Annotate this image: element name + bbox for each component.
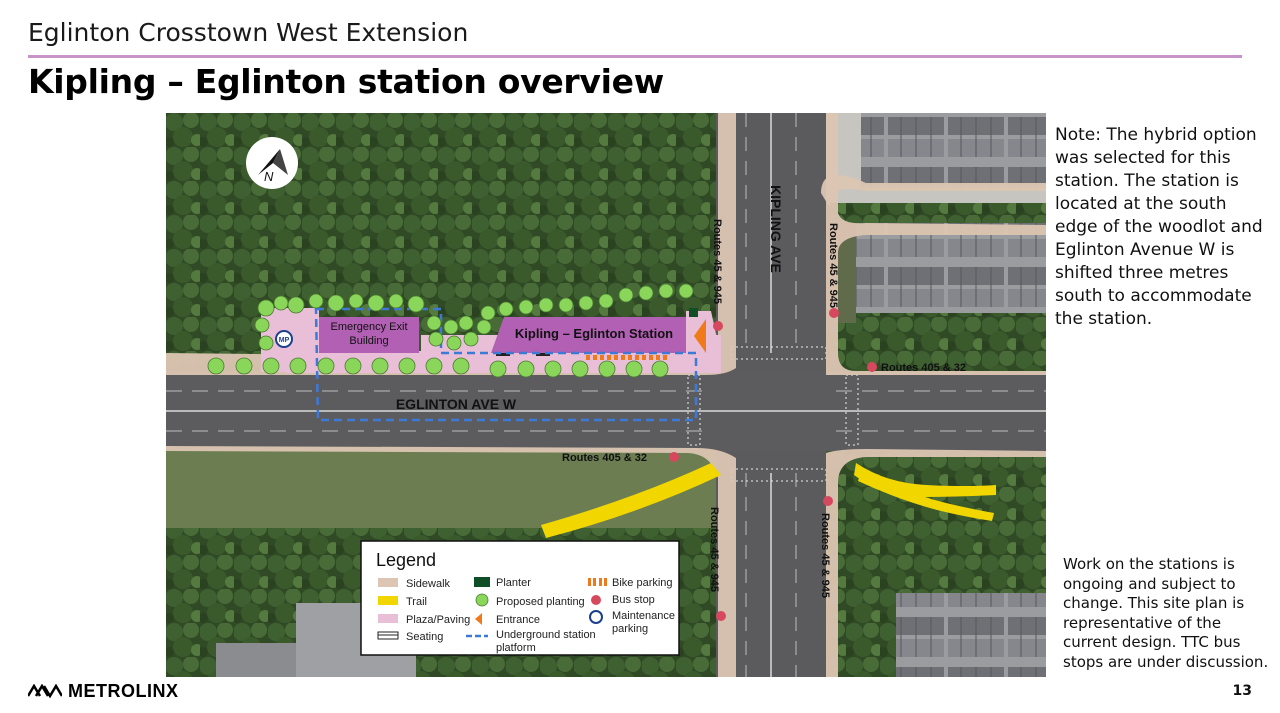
svg-text:Seating: Seating <box>406 631 443 643</box>
metrolinx-wordmark: METROLINX <box>68 680 179 701</box>
svg-text:platform: platform <box>496 642 536 654</box>
svg-text:Underground station: Underground station <box>496 629 596 641</box>
planter <box>689 308 698 317</box>
legend-title: Legend <box>376 550 436 570</box>
bus-stop-icon <box>823 496 833 506</box>
note-work-ongoing: Work on the stations is ongoing and subj… <box>1063 555 1269 671</box>
deck-subtitle: Eglinton Crosstown West Extension <box>28 18 469 47</box>
page-title: Kipling – Eglinton station overview <box>28 62 664 101</box>
site-plan-map: MP Emergency Exit Building Kipling – Egl… <box>166 113 1046 677</box>
north-arrow-icon: N <box>246 137 298 189</box>
emergency-label-1: Emergency Exit <box>330 321 407 333</box>
map-legend: Legend Sidewalk Trail Plaza/Paving Seati… <box>360 540 680 656</box>
svg-text:MP: MP <box>279 337 290 344</box>
station-label: Kipling – Eglinton Station <box>515 326 673 341</box>
bus-stop-icon <box>669 452 679 462</box>
bus-stop-icon <box>867 362 877 372</box>
svg-text:Proposed planting: Proposed planting <box>496 596 585 608</box>
page-number: 13 <box>1232 683 1252 699</box>
svg-text:Bike parking: Bike parking <box>612 577 673 589</box>
svg-text:Entrance: Entrance <box>496 614 540 626</box>
header-rule <box>28 55 1242 58</box>
svg-text:Bus stop: Bus stop <box>612 594 655 606</box>
metrolinx-logo-icon <box>28 684 62 698</box>
bus-route-label-east: Routes 405 & 32 <box>881 362 966 374</box>
svg-text:Sidewalk: Sidewalk <box>406 578 451 590</box>
bus-route-label-nw: Routes 45 & 945 <box>711 219 723 304</box>
bus-route-label-ne: Routes 45 & 945 <box>827 223 839 308</box>
note-hybrid-option: Note: The hybrid option was selected for… <box>1055 125 1263 329</box>
svg-text:Plaza/Paving: Plaza/Paving <box>406 614 470 626</box>
maintenance-parking-icon: MP <box>275 330 293 348</box>
svg-text:N: N <box>264 169 274 184</box>
emergency-label-2: Building <box>349 335 388 347</box>
svg-text:parking: parking <box>612 623 648 635</box>
svg-text:Maintenance: Maintenance <box>612 610 675 622</box>
svg-text:Planter: Planter <box>496 577 531 589</box>
svg-text:Trail: Trail <box>406 596 427 608</box>
kipling-road-label: KIPLING AVE <box>768 185 784 273</box>
bus-stop-icon <box>716 611 726 621</box>
bus-route-label-west: Routes 405 & 32 <box>562 452 647 464</box>
bus-route-label-se: Routes 45 & 945 <box>819 513 831 598</box>
eglinton-road-label: EGLINTON AVE W <box>396 396 517 412</box>
metrolinx-logo: METROLINX <box>28 681 179 701</box>
bus-route-label-sw: Routes 45 & 945 <box>708 507 720 592</box>
bus-stop-icon <box>713 321 723 331</box>
bus-stop-icon <box>829 308 839 318</box>
